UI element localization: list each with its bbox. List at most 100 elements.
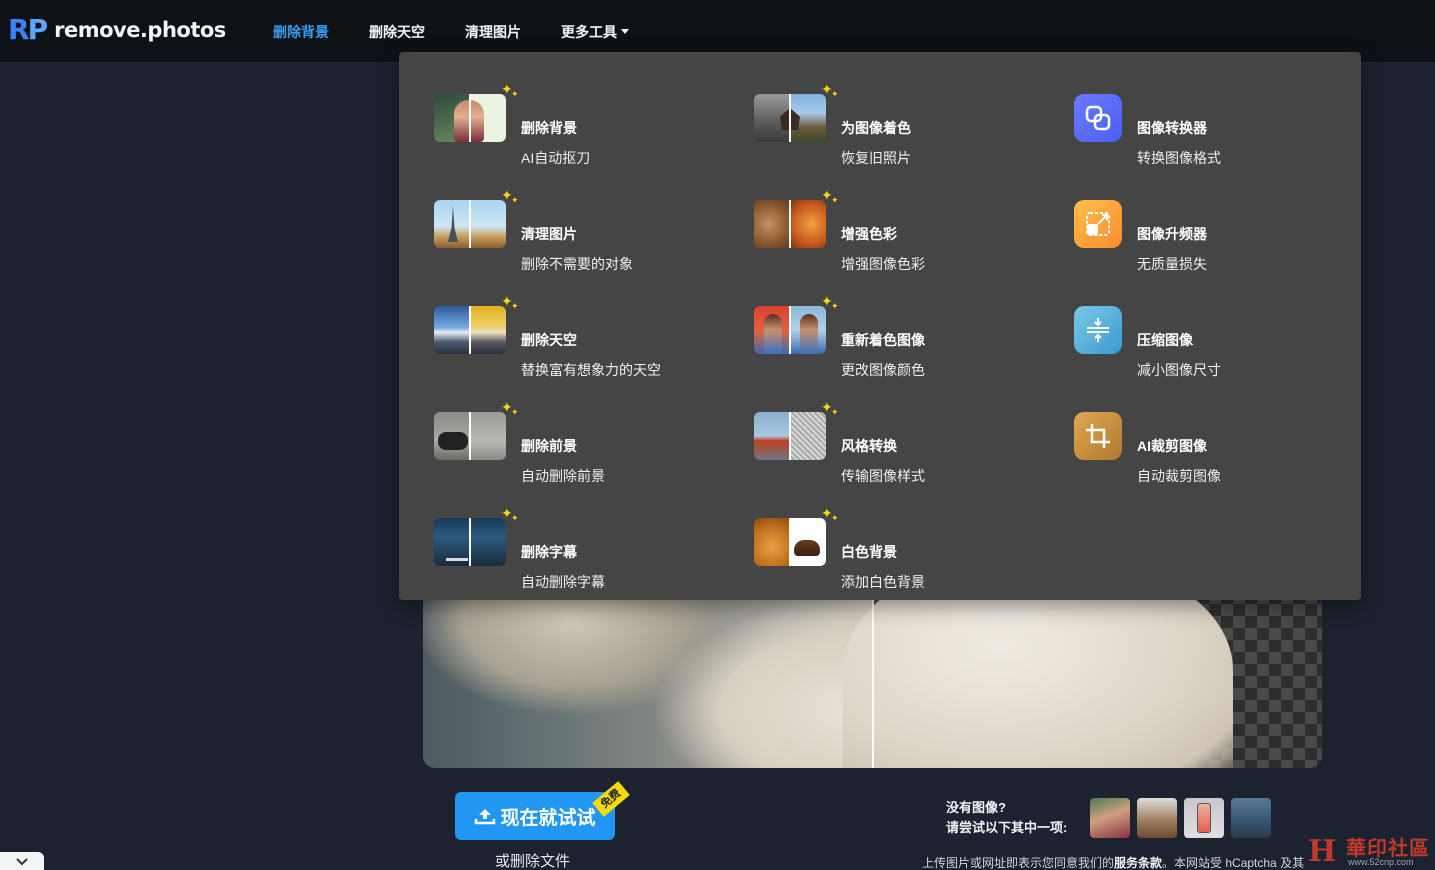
thumb-split (789, 94, 791, 142)
sparkle-small-icon: ✦ (511, 301, 519, 311)
sample-prompt: 没有图像? 请尝试以下其中一项: (946, 798, 1067, 838)
menu-item-subtitle: 转换图像格式 (1137, 150, 1221, 166)
sparkle-small-icon: ✦ (831, 195, 839, 205)
thumb-motorcycle (438, 432, 468, 450)
menu-item-remove-sky[interactable]: ✦ ✦ 删除天空 替换富有想象力的天空 (434, 288, 734, 378)
menu-item-compress[interactable]: 压缩图像 减小图像尺寸 (1074, 288, 1374, 378)
thumb-after (790, 412, 826, 460)
thumb-before (754, 412, 790, 460)
menu-item-title: 删除前景 (521, 438, 577, 454)
preview-transparent-half (843, 580, 1322, 768)
sample-image-portrait[interactable] (1090, 798, 1130, 838)
sample-prompt-line2: 请尝试以下其中一项: (946, 820, 1068, 835)
nav-remove-background[interactable]: 删除背景 (273, 22, 329, 42)
thumb-split (789, 412, 791, 460)
menu-item-title: 压缩图像 (1137, 332, 1193, 348)
thumb-before (754, 200, 790, 248)
preview-image (423, 580, 1322, 768)
menu-item-upscaler[interactable]: 图像升频器 无质量损失 (1074, 182, 1374, 272)
preview-split-line (872, 580, 874, 768)
menu-item-enhance-color[interactable]: ✦ ✦ 增强色彩 增强图像色彩 (754, 182, 1054, 272)
menu-item-remove-foreground[interactable]: ✦ ✦ 删除前景 自动删除前景 (434, 394, 734, 484)
menu-item-title: 风格转换 (841, 438, 897, 454)
upscale-icon (1074, 200, 1122, 248)
menu-item-remove-background[interactable]: ✦ ✦ 删除背景 AI自动抠刀 (434, 76, 734, 166)
nav-remove-sky[interactable]: 删除天空 (369, 22, 425, 42)
enhance-color-thumbnail (754, 200, 826, 248)
sample-prompt-line1: 没有图像? (946, 800, 1006, 815)
nav-more-tools-label: 更多工具 (561, 24, 617, 40)
menu-item-subtitle: 传输图像样式 (841, 468, 925, 484)
remove-background-thumbnail (434, 94, 506, 142)
thumb-split (469, 412, 471, 460)
watermark-mark: H (1308, 834, 1337, 869)
recolor-thumbnail (754, 306, 826, 354)
nav-cleanup-pictures[interactable]: 清理图片 (465, 22, 521, 42)
menu-item-cleanup[interactable]: ✦ ✦ 清理图片 删除不需要的对象 (434, 182, 734, 272)
menu-item-title: 清理图片 (521, 226, 577, 242)
brand-logo[interactable]: RP remove.photos (8, 14, 226, 46)
delete-file-link[interactable]: 或删除文件 (495, 850, 570, 870)
thumb-split (469, 94, 471, 142)
menu-item-subtitle: 无质量损失 (1137, 256, 1207, 272)
thumb-split (789, 306, 791, 354)
sparkle-small-icon: ✦ (831, 513, 839, 523)
try-now-button[interactable]: 现在就试试 (455, 792, 615, 840)
menu-item-subtitle: 删除不需要的对象 (521, 256, 633, 272)
thumb-split (469, 518, 471, 566)
thumb-split (469, 306, 471, 354)
remove-subtitles-thumbnail (434, 518, 506, 566)
thumb-after (470, 306, 506, 354)
menu-item-remove-subtitles[interactable]: ✦ ✦ 删除字幕 自动删除字幕 (434, 500, 734, 590)
sample-image-car[interactable] (1231, 798, 1271, 838)
thumb-before (754, 518, 790, 566)
thumb-split (469, 200, 471, 248)
thumb-person-right (800, 314, 818, 354)
crop-icon (1074, 412, 1122, 460)
menu-item-subtitle: 自动裁剪图像 (1137, 468, 1221, 484)
menu-item-title: 删除字幕 (521, 544, 577, 560)
brand-name: remove.photos (54, 18, 226, 42)
menu-item-title: 图像升频器 (1137, 226, 1207, 242)
menu-item-image-converter[interactable]: 图像转换器 转换图像格式 (1074, 76, 1374, 166)
nav-more-tools[interactable]: 更多工具 (561, 22, 629, 42)
terms-link[interactable]: 服务条款 (1114, 856, 1162, 870)
sparkle-small-icon: ✦ (831, 301, 839, 311)
logo-mark-r: R (8, 13, 30, 46)
white-background-thumbnail (754, 518, 826, 566)
cleanup-thumbnail (434, 200, 506, 248)
menu-item-subtitle: AI自动抠刀 (521, 150, 591, 166)
menu-item-subtitle: 替换富有想象力的天空 (521, 362, 661, 378)
menu-item-colorize[interactable]: ✦ ✦ 为图像着色 恢复旧照片 (754, 76, 1054, 166)
thumb-before (434, 306, 470, 354)
thumb-person-left (764, 314, 782, 354)
caret-down-icon (621, 28, 629, 34)
menu-item-ai-crop[interactable]: AI裁剪图像 自动裁剪图像 (1074, 394, 1374, 484)
menu-item-subtitle: 添加白色背景 (841, 574, 925, 590)
phone-shape (1197, 803, 1211, 833)
thumb-split (789, 518, 791, 566)
menu-item-title: 删除背景 (521, 120, 577, 136)
menu-item-subtitle: 自动删除前景 (521, 468, 605, 484)
thumb-split (789, 200, 791, 248)
menu-item-style-transfer[interactable]: ✦ ✦ 风格转换 传输图像样式 (754, 394, 1054, 484)
menu-item-recolor[interactable]: ✦ ✦ 重新着色图像 更改图像颜色 (754, 288, 1054, 378)
collapse-tab[interactable] (0, 852, 44, 870)
sample-image-dog[interactable] (1137, 798, 1177, 838)
try-now-label: 现在就试试 (500, 807, 596, 829)
menu-item-white-background[interactable]: ✦ ✦ 白色背景 添加白色背景 (754, 500, 1054, 590)
logo-mark-p: P (27, 13, 48, 46)
sample-image-phone[interactable] (1184, 798, 1224, 838)
thumb-after (470, 412, 506, 460)
thumb-after (790, 200, 826, 248)
menu-item-title: 为图像着色 (841, 120, 911, 136)
sparkle-small-icon: ✦ (511, 513, 519, 523)
legal-prefix: 上传图片或网址即表示您同意我们的 (922, 856, 1115, 870)
menu-item-title: 重新着色图像 (841, 332, 925, 348)
style-transfer-thumbnail (754, 412, 826, 460)
sparkle-small-icon: ✦ (511, 89, 519, 99)
more-tools-dropdown: ✦ ✦ 删除背景 AI自动抠刀 ✦ ✦ 为图像着色 恢复旧照片 图像转换器 转换图像… (399, 52, 1361, 600)
sparkle-small-icon: ✦ (511, 407, 519, 417)
menu-item-title: 删除天空 (521, 332, 577, 348)
thumb-shoe (794, 540, 820, 556)
